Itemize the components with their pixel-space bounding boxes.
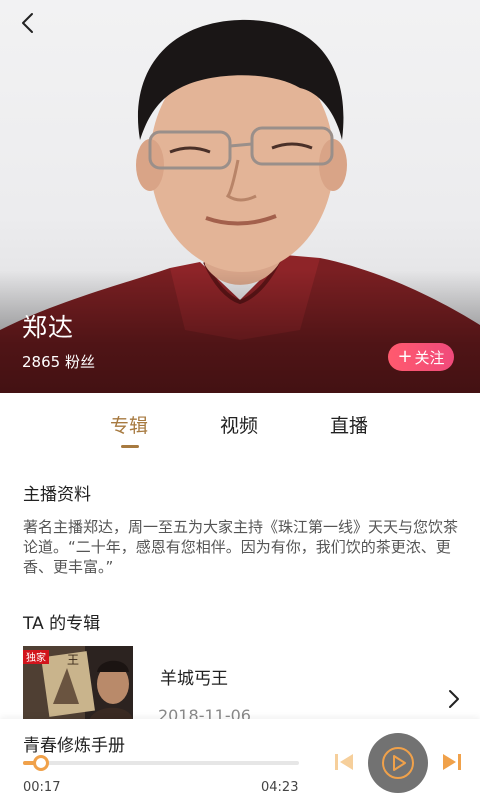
albums-title: TA 的专辑 bbox=[23, 614, 101, 634]
tab-videos[interactable]: 视频 bbox=[220, 411, 258, 438]
album-cover-badge: 独家 bbox=[26, 651, 46, 664]
fans-count: 2865 粉丝 bbox=[22, 353, 95, 371]
chevron-left-icon bbox=[22, 13, 33, 33]
tab-albums[interactable]: 专辑 bbox=[110, 411, 148, 438]
profile-title: 主播资料 bbox=[23, 485, 91, 505]
play-button[interactable] bbox=[368, 733, 428, 793]
play-icon bbox=[382, 747, 414, 779]
album-cover: 独家 王 bbox=[23, 646, 133, 722]
track-title: 青春修炼手册 bbox=[23, 736, 125, 756]
follow-label: 关注 bbox=[414, 348, 445, 367]
tab-indicator bbox=[121, 445, 139, 448]
progress-bar[interactable] bbox=[23, 755, 299, 771]
host-name: 郑达 bbox=[22, 313, 75, 342]
content-tabs: 专辑 视频 直播 bbox=[0, 393, 480, 455]
host-hero: 郑达 2865 粉丝 + 关注 bbox=[0, 0, 480, 393]
total-time: 04:23 bbox=[261, 780, 299, 795]
tab-live[interactable]: 直播 bbox=[330, 411, 368, 438]
host-bio: 著名主播郑达，周一至五为大家主持《珠江第一线》天天与您饮茶论道。“二十年，感恩有… bbox=[23, 518, 459, 576]
plus-icon: + bbox=[397, 346, 413, 367]
current-time: 00:17 bbox=[23, 780, 61, 795]
album-cover-text: 王 bbox=[67, 653, 79, 667]
chevron-right-icon bbox=[449, 690, 459, 708]
album-cover-image: 独家 王 bbox=[23, 646, 133, 722]
progress-knob[interactable] bbox=[32, 755, 49, 771]
album-title: 羊城丐王 bbox=[160, 669, 228, 689]
back-button[interactable] bbox=[12, 8, 42, 38]
mini-player: 青春修炼手册 00:17 04:23 bbox=[0, 719, 480, 800]
follow-button[interactable]: + 关注 bbox=[388, 343, 454, 371]
previous-icon[interactable] bbox=[334, 753, 354, 771]
next-icon[interactable] bbox=[442, 753, 462, 771]
album-item[interactable]: 独家 王 羊城丐王 2018-11-06 bbox=[0, 640, 480, 725]
